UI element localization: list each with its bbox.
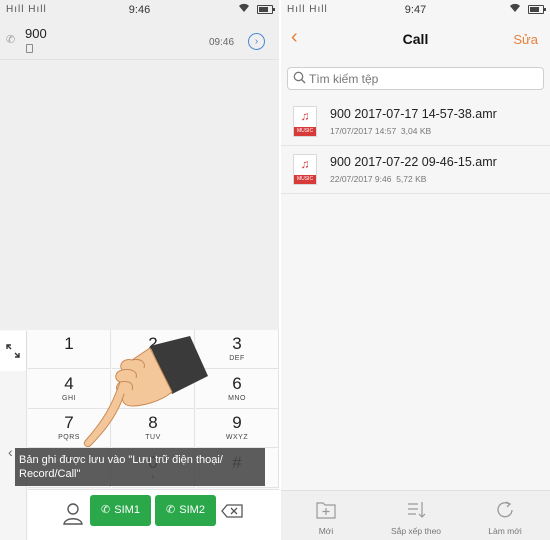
edit-button[interactable]: Sửa [513,32,538,47]
search-input[interactable] [309,70,539,87]
phone-icon: ✆ [166,504,176,516]
call-number: 900 [25,26,47,41]
call-sim2-button[interactable]: ✆ SIM2 [155,495,216,526]
search-icon [293,71,306,84]
battery-icon [257,5,275,14]
status-bar: Hıll Hıll 9:46 [0,0,279,20]
dialer-screen: Hıll Hıll 9:46 ✆ 900 09:46 › ‹ 12ABC3DEF… [0,0,279,540]
refresh-icon [497,501,513,518]
sort-button[interactable]: Sắp xếp theo [371,491,461,540]
music-file-icon: ♫ MUSIC [293,106,317,137]
backspace-icon[interactable] [221,504,243,518]
call-time: 09:46 [209,37,235,48]
music-file-icon: ♫ MUSIC [293,154,317,185]
pointing-hand-icon [83,336,208,447]
new-folder-button[interactable]: Mới [281,491,371,540]
wifi-icon [238,3,250,16]
phone-icon: ✆ [101,504,111,516]
header: ‹ Call Sửa [281,20,550,60]
search-box [287,67,544,90]
sort-icon [408,502,426,518]
sim-card-icon [26,44,33,53]
new-folder-icon [316,502,336,519]
file-list: ♫ MUSIC 900 2017-07-17 14-57-38.amr 17/0… [281,98,550,194]
list-item[interactable]: ♫ MUSIC 900 2017-07-22 09-46-15.amr 22/0… [281,146,550,194]
phone-icon: ✆ [6,34,16,46]
call-details-button[interactable]: › [248,33,265,50]
save-location-tooltip: Bản ghi được lưu vào "Lưu trữ điện thoại… [15,448,265,486]
wifi-icon [509,3,521,16]
refresh-button[interactable]: Làm mới [460,491,550,540]
bottom-toolbar: Mới Sắp xếp theo Làm mới [281,490,550,540]
file-meta: 22/07/2017 9:46 5,72 KB [330,174,427,184]
page-title: Call [402,31,429,47]
file-meta: 17/07/2017 14:57 3,04 KB [330,126,432,136]
status-bar: Hıll Hıll 9:47 [281,0,550,20]
list-item[interactable]: ♫ MUSIC 900 2017-07-17 14-57-38.amr 17/0… [281,98,550,146]
battery-icon [528,5,546,14]
expand-icon[interactable] [0,331,27,371]
dialer-action-row: ✆ SIM1 ✆ SIM2 [28,489,279,540]
file-name: 900 2017-07-17 14-57-38.amr [330,107,497,121]
contact-icon[interactable] [62,502,84,526]
file-name: 900 2017-07-22 09-46-15.amr [330,155,497,169]
call-sim1-button[interactable]: ✆ SIM1 [90,495,151,526]
recent-call-entry[interactable]: ✆ 900 09:46 › [0,20,279,60]
chevron-left-icon[interactable]: ‹ [8,444,13,460]
recordings-screen: Hıll Hıll 9:47 ‹ Call Sửa ♫ MUSIC 900 20… [281,0,550,540]
